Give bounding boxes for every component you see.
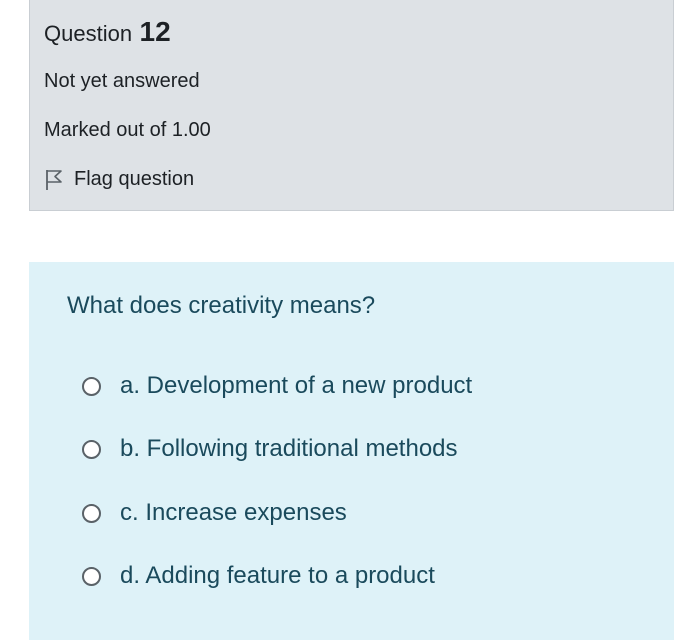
flag-question-label: Flag question <box>74 168 195 190</box>
answer-label-d: d. Adding feature to a product <box>120 562 435 589</box>
question-number-heading: Question 12 <box>44 16 171 48</box>
answer-label-a: a. Development of a new product <box>120 372 473 399</box>
answer-label-c: c. Increase expenses <box>120 499 347 526</box>
question-state: Not yet answered <box>44 70 200 92</box>
quiz-page: Question 12 Not yet answered Marked out … <box>0 0 700 640</box>
question-number: 12 <box>139 16 171 47</box>
flag-question-link[interactable]: Flag question <box>44 168 194 191</box>
answer-option-d[interactable]: d. Adding feature to a product <box>82 562 435 590</box>
answer-option-a[interactable]: a. Development of a new product <box>82 372 472 400</box>
question-content-panel: What does creativity means? a. Developme… <box>29 262 674 640</box>
question-grade: Marked out of 1.00 <box>44 119 211 141</box>
radio-button-c[interactable] <box>82 503 101 523</box>
radio-button-a[interactable] <box>82 376 101 396</box>
radio-button-d[interactable] <box>82 566 101 586</box>
answer-label-b: b. Following traditional methods <box>120 435 458 462</box>
question-label: Question <box>44 21 133 46</box>
radio-button-b[interactable] <box>82 439 101 459</box>
answer-option-c[interactable]: c. Increase expenses <box>82 499 347 527</box>
flag-outline-icon <box>44 169 64 191</box>
question-info-panel: Question 12 Not yet answered Marked out … <box>29 0 674 211</box>
answer-option-b[interactable]: b. Following traditional methods <box>82 435 458 463</box>
question-text: What does creativity means? <box>67 292 376 319</box>
